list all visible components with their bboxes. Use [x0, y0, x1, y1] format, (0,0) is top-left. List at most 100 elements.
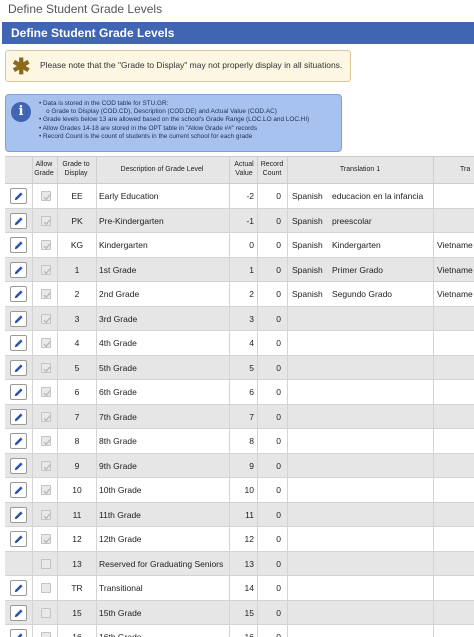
- table-row: 7 7th Grade 7 0: [5, 404, 474, 429]
- translation-2-cell: Vietname: [437, 289, 473, 299]
- edit-pencil-icon[interactable]: [10, 237, 27, 253]
- column-divider: [57, 157, 58, 185]
- translation-text-cell: [332, 331, 436, 355]
- record-count-cell: 0: [276, 215, 281, 226]
- edit-pencil-icon[interactable]: [10, 384, 27, 400]
- asterisk-icon: ✱: [12, 54, 31, 79]
- actual-value-cell: 5: [249, 362, 254, 373]
- info-line: • Record Count is the count of students …: [39, 132, 253, 140]
- description-cell: 15th Grade: [99, 607, 142, 618]
- translation-2-cell: [437, 380, 474, 404]
- grade-to-display-cell: 15: [72, 607, 82, 618]
- allow-grade-checkbox: [41, 411, 51, 422]
- grade-to-display-cell: 3: [74, 313, 80, 324]
- info-line: • Allow Grades 14-18 are stored in the O…: [39, 124, 258, 132]
- col-actual-value[interactable]: Actual Value: [231, 161, 257, 178]
- translation-2-cell: [437, 429, 474, 453]
- record-count-cell: 0: [276, 191, 281, 201]
- record-count-cell: 0: [276, 387, 281, 397]
- description-cell: 10th Grade: [99, 485, 142, 495]
- translation-language-cell: Spanish: [292, 215, 323, 226]
- translation-text-cell: Segundo Grado: [332, 289, 393, 299]
- table-row: 12 12th Grade 12 0: [5, 527, 474, 552]
- allow-grade-checkbox: [41, 338, 51, 348]
- table-row: PK Pre-Kindergarten -1 0 Spanish preescolar: [5, 208, 474, 233]
- edit-pencil-icon[interactable]: [10, 261, 27, 278]
- translation-language-cell: [292, 454, 332, 478]
- column-divider: [257, 157, 258, 185]
- actual-value-cell: 2: [249, 289, 254, 299]
- edit-pencil-icon[interactable]: [10, 310, 27, 327]
- table-row: 1 1st Grade 1 0 Spanish Primer Grado Vietname: [5, 257, 474, 282]
- edit-pencil-icon[interactable]: [10, 482, 27, 498]
- translation-text-cell: [332, 601, 436, 625]
- translation-2-cell: [437, 576, 474, 600]
- edit-pencil-icon[interactable]: [10, 580, 27, 596]
- edit-pencil-icon[interactable]: [10, 188, 27, 204]
- translation-2-cell: [437, 356, 474, 380]
- table-row: 6 6th Grade 6 0: [5, 380, 474, 405]
- actual-value-cell: 15: [244, 607, 254, 618]
- translation-text-cell: [332, 454, 436, 478]
- edit-pencil-icon[interactable]: [10, 408, 27, 425]
- edit-pencil-icon[interactable]: [10, 433, 27, 449]
- edit-pencil-icon[interactable]: [10, 629, 27, 637]
- actual-value-cell: 6: [249, 387, 254, 397]
- allow-grade-checkbox: [41, 436, 51, 446]
- translation-2-cell: Vietname: [437, 264, 473, 275]
- actual-value-cell: 10: [244, 485, 254, 495]
- translation-text-cell: [332, 552, 436, 576]
- table-row: 11 11th Grade 11 0: [5, 502, 474, 527]
- description-cell: 11th Grade: [99, 509, 141, 520]
- actual-value-cell: -2: [246, 191, 254, 201]
- description-cell: 1st Grade: [99, 264, 137, 275]
- col-record-count[interactable]: Record Count: [259, 161, 285, 178]
- translation-language-cell: [292, 576, 332, 600]
- column-divider: [229, 184, 230, 637]
- description-cell: Pre-Kindergarten: [99, 215, 164, 226]
- translation-language-cell: Spanish: [292, 264, 323, 275]
- grade-to-display-cell: 5: [74, 362, 80, 373]
- record-count-cell: 0: [276, 411, 281, 422]
- column-divider: [257, 184, 258, 637]
- edit-pencil-icon[interactable]: [10, 335, 27, 351]
- record-count-cell: 0: [276, 264, 281, 275]
- actual-value-cell: 0: [249, 240, 254, 250]
- grade-to-display-cell: 1: [74, 264, 80, 275]
- col-translation-2[interactable]: Tra: [460, 166, 474, 175]
- allow-grade-checkbox: [41, 632, 51, 637]
- translation-language-cell: [292, 552, 332, 576]
- description-cell: 8th Grade: [99, 436, 137, 446]
- grade-to-display-cell: 10: [72, 485, 82, 495]
- description-cell: 2nd Grade: [99, 289, 140, 299]
- translation-2-cell: [437, 478, 474, 502]
- col-translation-1[interactable]: Translation 1: [290, 166, 430, 175]
- edit-pencil-icon[interactable]: [10, 604, 27, 621]
- translation-2-cell: [437, 503, 474, 527]
- translation-2-cell: [437, 601, 474, 625]
- actual-value-cell: 11: [245, 509, 254, 520]
- info-icon: i: [11, 102, 31, 122]
- col-grade-to-display[interactable]: Grade to Display: [58, 161, 94, 178]
- table-row: 16 16th Grade 16 0: [5, 625, 474, 637]
- edit-pencil-icon[interactable]: [10, 531, 27, 547]
- allow-grade-checkbox: [41, 558, 51, 569]
- description-cell: 5th Grade: [99, 362, 137, 373]
- col-description[interactable]: Description of Grade Level: [97, 166, 227, 175]
- edit-pencil-icon[interactable]: [10, 506, 27, 523]
- column-divider: [287, 184, 288, 637]
- edit-pencil-icon[interactable]: [10, 286, 27, 302]
- edit-pencil-icon[interactable]: [10, 212, 27, 229]
- table-row: TR Transitional 14 0: [5, 576, 474, 601]
- edit-pencil-icon[interactable]: [10, 359, 27, 376]
- grade-to-display-cell: 4: [74, 338, 80, 348]
- table-row: 9 9th Grade 9 0: [5, 453, 474, 478]
- record-count-cell: 0: [276, 362, 281, 373]
- column-divider: [32, 157, 33, 185]
- allow-grade-checkbox: [41, 583, 51, 593]
- translation-text-cell: [332, 356, 436, 380]
- col-allow-grade[interactable]: Allow Grade: [32, 161, 56, 178]
- translation-language-cell: Spanish: [292, 191, 323, 201]
- edit-pencil-icon[interactable]: [10, 457, 27, 474]
- allow-grade-checkbox: [41, 509, 51, 520]
